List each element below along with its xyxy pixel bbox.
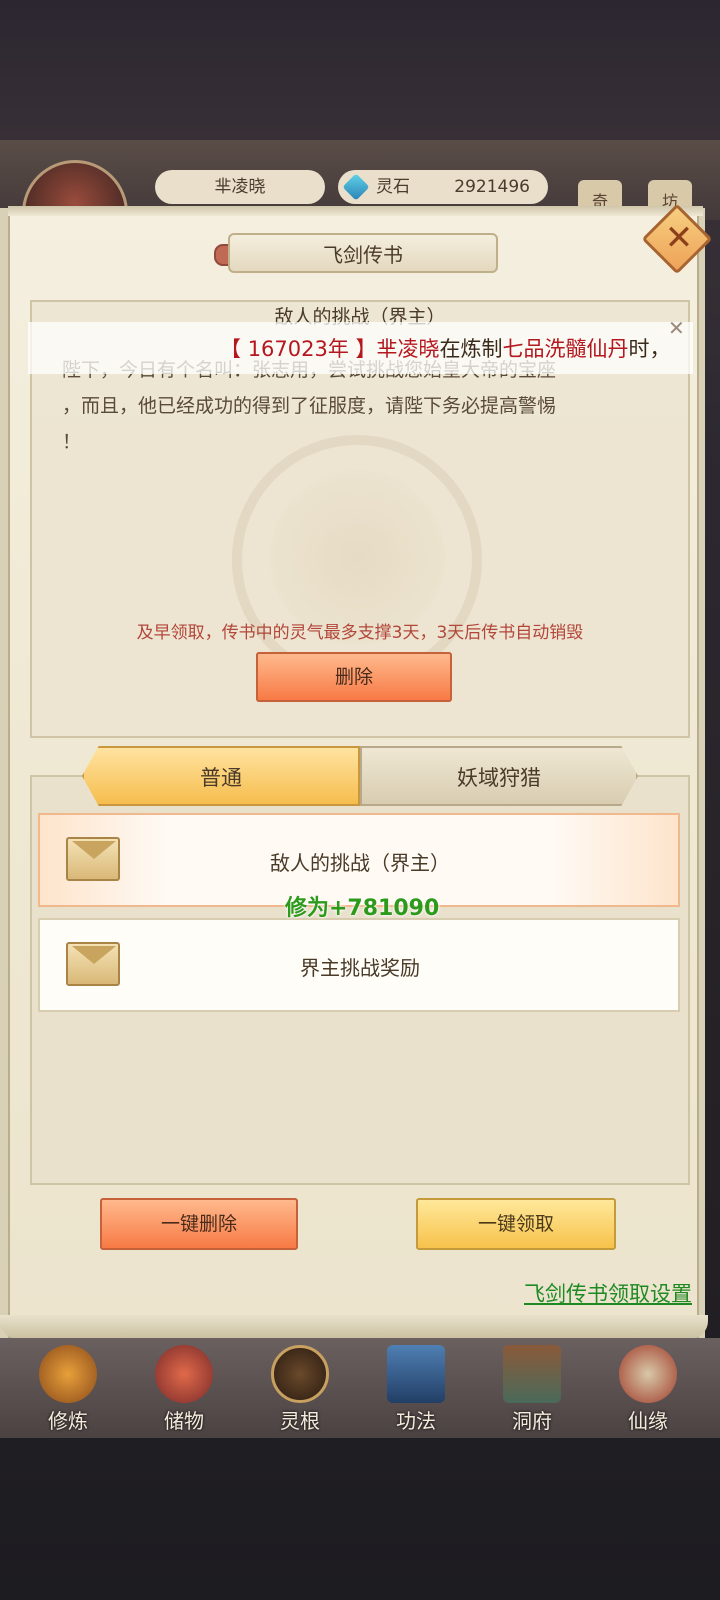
notify-suffix: 时， (628, 337, 671, 361)
message-body-line: ！ (62, 431, 82, 453)
scroll-rod-bottom (0, 1315, 708, 1339)
screen: 芈凌晓 灵石 2921496 奇 坊 飞剑传书 ✕ 敌人的挑战（界主） 陛下，今… (0, 0, 720, 1600)
player-name: 芈凌晓 (155, 170, 325, 204)
claim-all-button[interactable]: 一键领取 (416, 1198, 616, 1250)
nav-cave[interactable]: 洞府 (482, 1345, 582, 1435)
cave-residence-icon (503, 1345, 561, 1403)
nav-skills[interactable]: 功法 (366, 1345, 466, 1435)
expiry-warning: 及早领取，传书中的灵气最多支撑3天，3天后传书自动销毁 (136, 623, 584, 643)
cultivation-gain-float: 修为+781090 (285, 896, 440, 921)
storage-bag-icon (155, 1345, 213, 1403)
notify-mid2: 在炼制 (439, 337, 503, 361)
nav-label: 灵根 (280, 1409, 320, 1433)
mail-list-item[interactable]: 界主挑战奖励 (38, 918, 680, 1012)
nav-cultivation[interactable]: 修炼 (18, 1345, 118, 1435)
notify-item: 七品洗髓仙丹 (502, 337, 629, 361)
notification-close-icon[interactable]: ✕ (668, 318, 688, 338)
book-icon (387, 1345, 445, 1403)
currency-value: 2921496 (454, 177, 530, 197)
message-body-line: ，而且，他已经成功的得到了征服度，请陛下务必提高警惕 (62, 395, 557, 417)
mail-item-label: 界主挑战奖励 (300, 956, 420, 980)
modal-title: 飞剑传书 (228, 233, 498, 273)
nav-spirit-root[interactable]: 灵根 (250, 1345, 350, 1435)
delete-button[interactable]: 删除 (256, 652, 452, 702)
currency-label: 灵石 (376, 177, 410, 197)
nav-label: 修炼 (48, 1409, 88, 1433)
nav-label: 储物 (164, 1409, 204, 1433)
nav-label: 功法 (396, 1409, 436, 1433)
spirit-stone-icon (342, 173, 370, 201)
spirit-root-icon (271, 1345, 329, 1403)
nav-label: 仙缘 (628, 1409, 668, 1433)
nav-fate[interactable]: 仙缘 (598, 1345, 698, 1435)
system-notification-text: 【 167023年 】芈凌晓在炼制七品洗髓仙丹时， (220, 333, 671, 363)
delete-all-button[interactable]: 一键删除 (100, 1198, 298, 1250)
scroll-rod-top (8, 206, 703, 216)
claim-settings-link[interactable]: 飞剑传书领取设置 (524, 1278, 692, 1308)
close-icon[interactable]: ✕ (659, 218, 699, 258)
notify-year: 167023年 (247, 337, 349, 361)
notify-mid1: 】 (348, 337, 377, 361)
notify-player-name: 芈凌晓 (376, 337, 440, 361)
tab-demon-hunt[interactable]: 妖域狩猎 (360, 746, 638, 806)
mail-item-label: 敌人的挑战（界主） (270, 851, 450, 875)
nav-label: 洞府 (512, 1409, 552, 1433)
spirit-stone-counter: 灵石 2921496 (338, 170, 548, 204)
tab-normal[interactable]: 普通 (82, 746, 360, 806)
cultivation-icon (39, 1345, 97, 1403)
fate-icon (619, 1345, 677, 1403)
nav-storage[interactable]: 储物 (134, 1345, 234, 1435)
notify-prefix: 【 (220, 337, 248, 361)
